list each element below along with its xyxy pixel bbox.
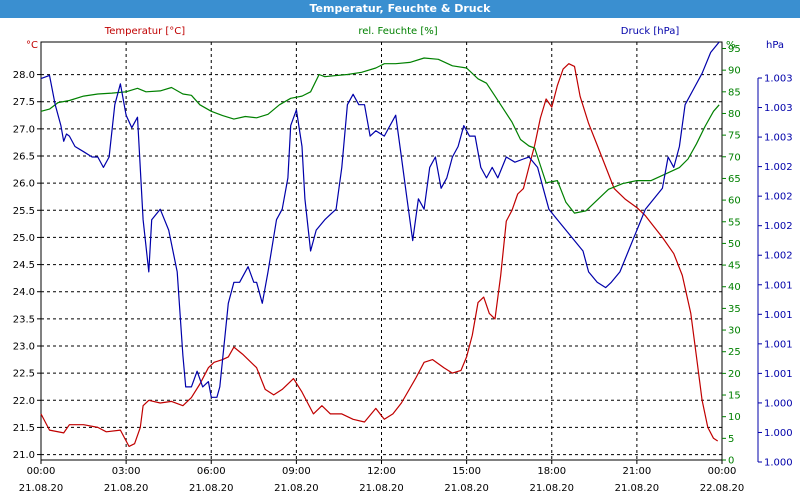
tick-label-left: 25.0 xyxy=(13,233,35,244)
tick-label-pressure: 1.003 xyxy=(764,133,793,144)
legend-humidity: rel. Feuchte [%] xyxy=(358,26,437,37)
tick-label-x-date: 22.08.20 xyxy=(700,483,745,494)
tick-label-humidity: 20 xyxy=(728,369,741,380)
tick-label-humidity: 10 xyxy=(728,412,741,423)
tick-label-humidity: 45 xyxy=(728,261,741,272)
tick-label-x-time: 06:00 xyxy=(197,466,226,477)
tick-label-left: 24.5 xyxy=(13,260,35,271)
tick-label-pressure: 1.000 xyxy=(764,428,793,439)
tick-label-left: 23.0 xyxy=(13,342,35,353)
tick-label-left: 28.0 xyxy=(13,70,35,81)
tick-label-pressure: 1.001 xyxy=(764,310,793,321)
tick-label-x-date: 21.08.20 xyxy=(359,483,404,494)
tick-label-humidity: 95 xyxy=(728,44,741,55)
tick-label-humidity: 30 xyxy=(728,326,741,337)
tick-label-left: 27.0 xyxy=(13,124,35,135)
tick-label-x-date: 21.08.20 xyxy=(615,483,660,494)
chart-title: Temperatur, Feuchte & Druck xyxy=(0,0,800,18)
tick-label-humidity: 25 xyxy=(728,347,741,358)
tick-label-x-time: 09:00 xyxy=(282,466,311,477)
tick-label-humidity: 85 xyxy=(728,87,741,98)
tick-label-humidity: 70 xyxy=(728,152,741,163)
tick-label-left: 26.5 xyxy=(13,152,35,163)
tick-label-x-date: 21.08.20 xyxy=(19,483,64,494)
tick-label-x-time: 21:00 xyxy=(622,466,651,477)
tick-label-humidity: 75 xyxy=(728,131,741,142)
tick-label-x-date: 21.08.20 xyxy=(104,483,149,494)
legend-temperature: Temperatur [°C] xyxy=(104,26,185,37)
tick-label-left: 22.0 xyxy=(13,396,35,407)
tick-label-pressure: 1.001 xyxy=(764,369,793,380)
tick-label-pressure: 1.001 xyxy=(764,339,793,350)
tick-label-pressure: 1.003 xyxy=(764,103,793,114)
tick-label-humidity: 35 xyxy=(728,304,741,315)
tick-label-humidity: 40 xyxy=(728,282,741,293)
tick-label-pressure: 1.002 xyxy=(764,221,793,232)
tick-label-pressure: 1.000 xyxy=(764,398,793,409)
tick-label-x-date: 21.08.20 xyxy=(529,483,574,494)
tick-label-x-date: 21.08.20 xyxy=(189,483,234,494)
tick-label-humidity: 5 xyxy=(728,434,734,445)
tick-label-x-time: 03:00 xyxy=(112,466,141,477)
legend-pressure: Druck [hPa] xyxy=(621,26,680,37)
tick-label-left: 27.5 xyxy=(13,97,35,108)
tick-label-left: 25.5 xyxy=(13,206,35,217)
tick-label-x-time: 18:00 xyxy=(537,466,566,477)
tick-label-x-time: 12:00 xyxy=(367,466,396,477)
tick-label-humidity: 55 xyxy=(728,217,741,228)
tick-label-left: 24.0 xyxy=(13,287,35,298)
tick-label-humidity: 60 xyxy=(728,196,741,207)
tick-label-left: 22.5 xyxy=(13,369,35,380)
tick-label-pressure: 1.001 xyxy=(764,280,793,291)
tick-label-humidity: 65 xyxy=(728,174,741,185)
tick-label-x-time: 00:00 xyxy=(708,466,737,477)
tick-label-humidity: 80 xyxy=(728,109,741,120)
tick-label-left: 23.5 xyxy=(13,314,35,325)
chart-canvas: Temperatur [°C] rel. Feuchte [%] Druck [… xyxy=(0,18,800,500)
tick-label-x-time: 15:00 xyxy=(452,466,481,477)
tick-label-humidity: 50 xyxy=(728,239,741,250)
tick-label-pressure: 1.003 xyxy=(764,74,793,85)
tick-label-humidity: 15 xyxy=(728,391,741,402)
unit-right-pressure: hPa xyxy=(766,40,784,51)
tick-label-left: 21.5 xyxy=(13,423,35,434)
unit-left: °C xyxy=(26,40,38,51)
tick-label-left: 21.0 xyxy=(13,450,35,461)
tick-label-pressure: 1.002 xyxy=(764,162,793,173)
tick-label-pressure: 1.000 xyxy=(764,458,793,469)
tick-label-x-date: 21.08.20 xyxy=(444,483,489,494)
tick-label-humidity: 90 xyxy=(728,66,741,77)
tick-label-x-date: 21.08.20 xyxy=(274,483,319,494)
tick-label-left: 26.0 xyxy=(13,179,35,190)
tick-label-pressure: 1.002 xyxy=(764,192,793,203)
tick-label-humidity: 0 xyxy=(728,456,734,467)
tick-label-pressure: 1.002 xyxy=(764,251,793,262)
tick-label-x-time: 00:00 xyxy=(27,466,56,477)
